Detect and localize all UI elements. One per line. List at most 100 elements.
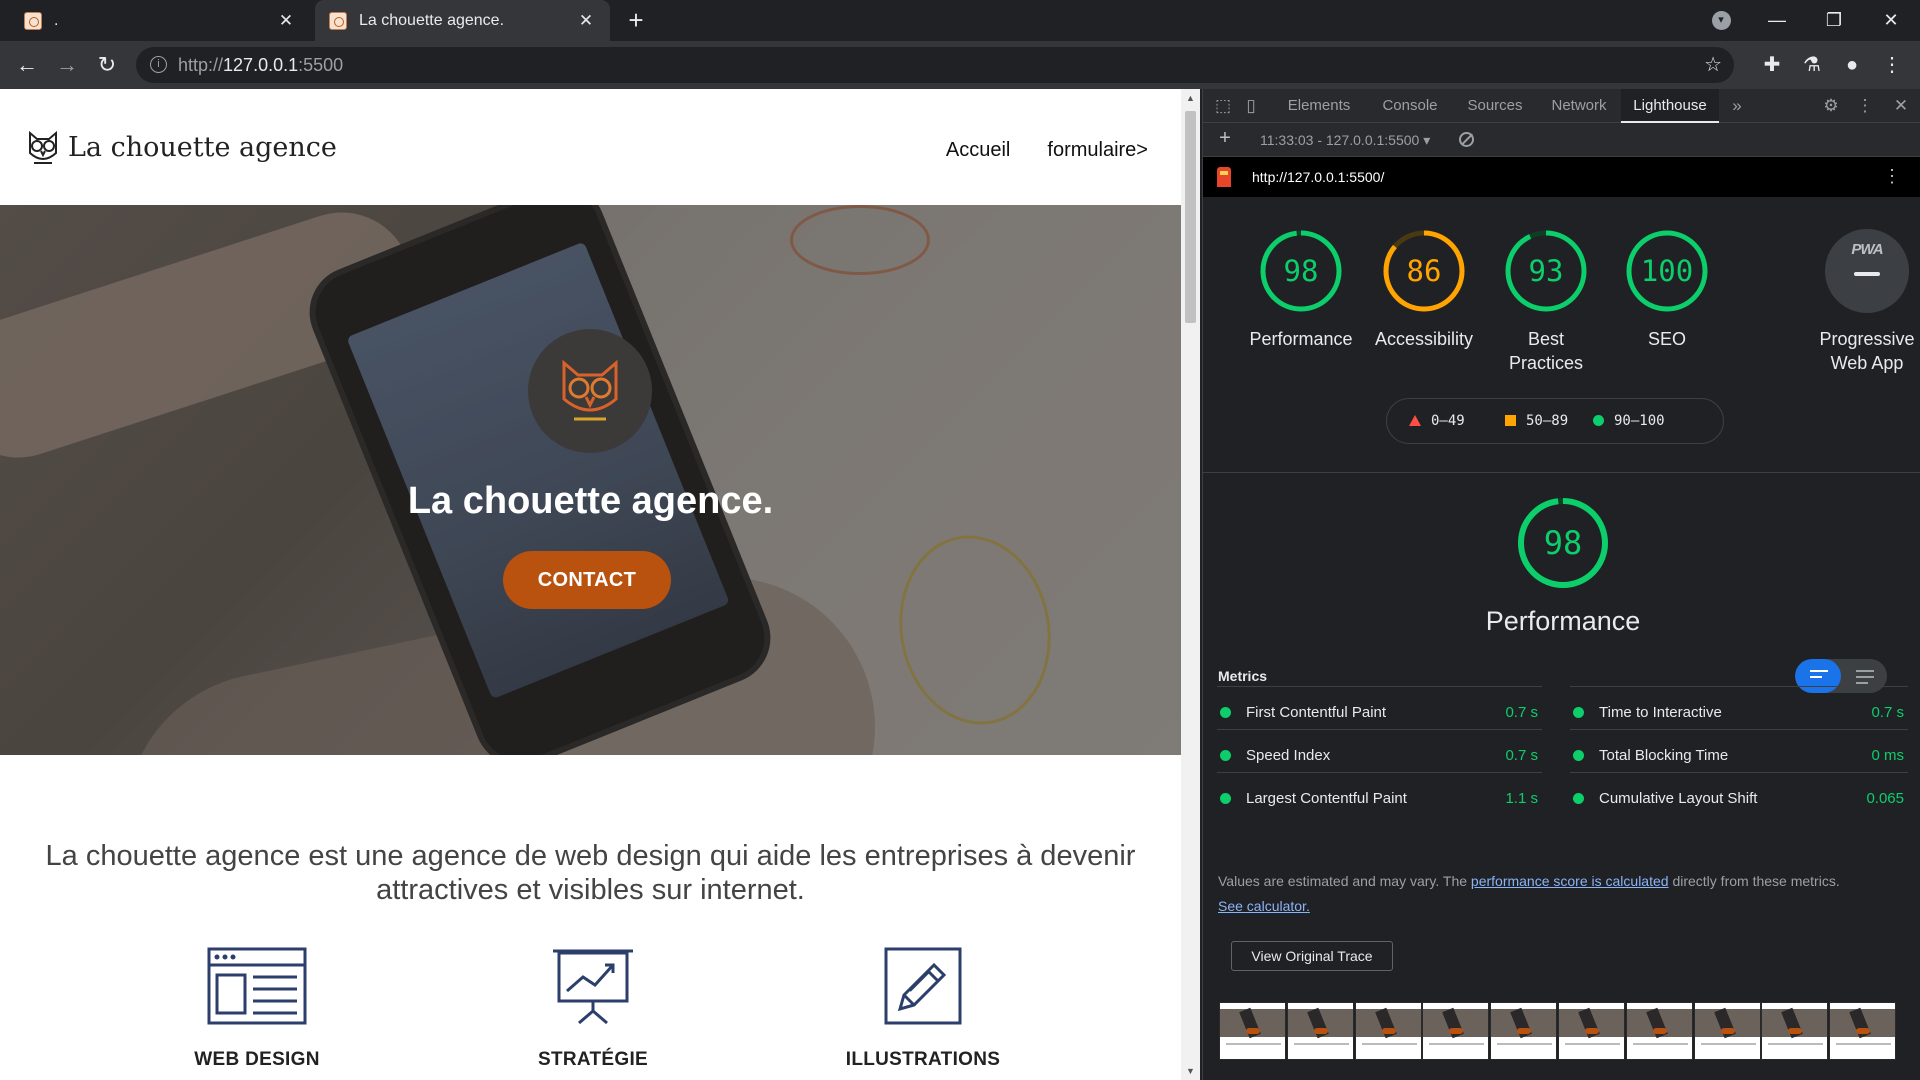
gear-icon[interactable]: ⚙ (1817, 89, 1845, 123)
metrics-heading: Metrics (1218, 668, 1268, 684)
gauge-label: SEO (1647, 329, 1686, 349)
filmstrip-frame (1557, 1002, 1625, 1060)
gauge-label: Performance (1249, 329, 1353, 349)
metric-name: First Contentful Paint (1246, 704, 1387, 721)
metric-value: 1.1 s (1505, 790, 1538, 807)
restore-icon[interactable]: ❐ (1812, 0, 1856, 41)
metric-value: 0.7 s (1505, 747, 1538, 764)
person-icon[interactable]: ● (1836, 49, 1868, 81)
device-toolbar-icon[interactable]: ▯ (1237, 89, 1265, 123)
report-url-bar: http://127.0.0.1:5500/ ⋮ (1203, 157, 1920, 197)
clear-reports-icon[interactable] (1459, 132, 1474, 147)
see-calculator-link[interactable]: See calculator. (1218, 898, 1310, 914)
pass-dot-icon (1220, 707, 1231, 718)
address-bar[interactable]: i http://127.0.0.1:5500 ☆ (136, 47, 1734, 83)
gauge-seo[interactable]: 100 SEO (1612, 229, 1722, 351)
service-label: ILLUSTRATIONS (845, 1049, 1001, 1070)
metric-name: Cumulative Layout Shift (1599, 790, 1758, 807)
presentation-chart-icon (553, 949, 633, 1025)
filmstrip-frame (1286, 1002, 1354, 1060)
devtools-panel: ⬚ ▯ Elements Console Sources Network Lig… (1202, 89, 1920, 1080)
site-logo[interactable]: La chouette agence (26, 127, 337, 167)
scroll-up-icon[interactable]: ▲ (1181, 93, 1200, 103)
window-close-icon[interactable]: ✕ (1866, 0, 1916, 41)
owl-logo-icon (562, 359, 618, 421)
legend-pass: 90–100 (1593, 413, 1665, 429)
tab-title: La chouette agence. (359, 11, 505, 29)
close-tab-icon[interactable]: ✕ (276, 11, 296, 31)
gauge-accessibility[interactable]: 86 Accessibility (1369, 229, 1479, 351)
pwa-badge-icon: PWA (1825, 229, 1909, 313)
tab-lighthouse[interactable]: Lighthouse (1621, 89, 1719, 123)
pass-dot-icon (1220, 793, 1231, 804)
metric-name: Time to Interactive (1599, 704, 1722, 721)
score-calculated-link[interactable]: performance score is calculated (1471, 873, 1669, 889)
arrow-right-icon[interactable]: → (51, 49, 83, 81)
site-info-icon[interactable]: i (150, 56, 167, 73)
inspect-element-icon[interactable]: ⬚ (1209, 89, 1237, 123)
arrow-left-icon[interactable]: ← (11, 49, 43, 81)
page-viewport: La chouette agence Accueil formulaire> L… (0, 89, 1181, 1080)
puzzle-icon[interactable]: ✚ (1756, 49, 1788, 81)
view-original-trace-button[interactable]: View Original Trace (1231, 941, 1393, 971)
filmstrip-frame (1354, 1002, 1422, 1060)
gauge-performance[interactable]: 98 Performance (1246, 229, 1356, 351)
service-web-design: WEB DESIGN (147, 947, 367, 1071)
pass-dot-icon (1573, 750, 1584, 761)
kebab-menu-icon[interactable]: ⋮ (1876, 49, 1908, 81)
bookmark-star-icon[interactable]: ☆ (1704, 47, 1722, 83)
more-tabs-icon[interactable]: » (1723, 89, 1751, 123)
kebab-menu-icon[interactable]: ⋮ (1883, 166, 1901, 187)
nav-formulaire[interactable]: formulaire> (1047, 139, 1148, 162)
metrics-note: Values are estimated and may vary. The p… (1218, 873, 1840, 914)
kebab-menu-icon[interactable]: ⋮ (1853, 89, 1877, 123)
tab-network[interactable]: Network (1537, 89, 1621, 123)
gauge-best-practices[interactable]: 93 Best Practices (1491, 229, 1601, 375)
new-tab-icon[interactable]: + (622, 6, 650, 34)
close-devtools-icon[interactable]: ✕ (1887, 89, 1915, 123)
scrollbar-thumb[interactable] (1185, 111, 1196, 323)
owl-favicon-icon (24, 11, 42, 30)
gauge-score: 86 (1406, 254, 1442, 288)
brand-name: La chouette agence (68, 131, 337, 163)
filmstrip-frame (1625, 1002, 1693, 1060)
contact-button[interactable]: CONTACT (503, 551, 671, 609)
scroll-down-icon[interactable]: ▼ (1181, 1066, 1200, 1076)
filmstrip-frame (1829, 1002, 1897, 1060)
tab-sources[interactable]: Sources (1453, 89, 1537, 123)
flask-icon[interactable]: ⚗ (1796, 49, 1828, 81)
pencil-icon (884, 947, 962, 1025)
metric-value: 0.7 s (1871, 704, 1904, 721)
owl-favicon-icon (329, 11, 347, 30)
tab-title: . (54, 11, 59, 29)
gauge-pwa[interactable]: PWA Progressive Web App (1812, 229, 1920, 375)
gauge-score: 98 (1283, 254, 1319, 288)
page-scrollbar[interactable]: ▲ ▼ (1181, 89, 1200, 1080)
tab-console[interactable]: Console (1367, 89, 1453, 123)
minimize-icon[interactable]: — (1755, 0, 1799, 41)
circle-icon (1593, 415, 1604, 426)
service-label: STRATÉGIE (537, 1049, 649, 1070)
metric-value: 0.065 (1866, 790, 1904, 807)
browser-tab-1[interactable]: . ✕ (10, 0, 310, 41)
metric-cumulative-layout-shift: Cumulative Layout Shift 0.065 (1570, 772, 1908, 824)
browser-tab-2[interactable]: La chouette agence. ✕ (315, 0, 610, 41)
close-tab-icon[interactable]: ✕ (576, 11, 596, 31)
performance-score: 98 (1543, 524, 1583, 562)
tab-search-icon[interactable]: ▾ (1705, 0, 1737, 41)
nav-accueil[interactable]: Accueil (946, 139, 1010, 162)
performance-title: Performance (1485, 606, 1641, 636)
report-selector[interactable]: 11:33:03 - 127.0.0.1:5500 ▾ (1260, 132, 1430, 149)
pass-dot-icon (1573, 707, 1584, 718)
pass-dot-icon (1573, 793, 1584, 804)
tab-elements[interactable]: Elements (1271, 89, 1367, 123)
metric-largest-contentful-paint: Largest Contentful Paint 1.1 s (1217, 772, 1542, 824)
metric-name: Largest Contentful Paint (1246, 790, 1407, 807)
reload-icon[interactable]: ↻ (91, 49, 123, 81)
service-label: WEB DESIGN (194, 1049, 320, 1070)
gauge-score: 100 (1640, 254, 1694, 288)
new-report-icon[interactable]: + (1213, 126, 1237, 150)
filmstrip-frame (1693, 1002, 1761, 1060)
hero-owl-badge (528, 329, 652, 453)
service-strategie: STRATÉGIE (483, 947, 703, 1071)
